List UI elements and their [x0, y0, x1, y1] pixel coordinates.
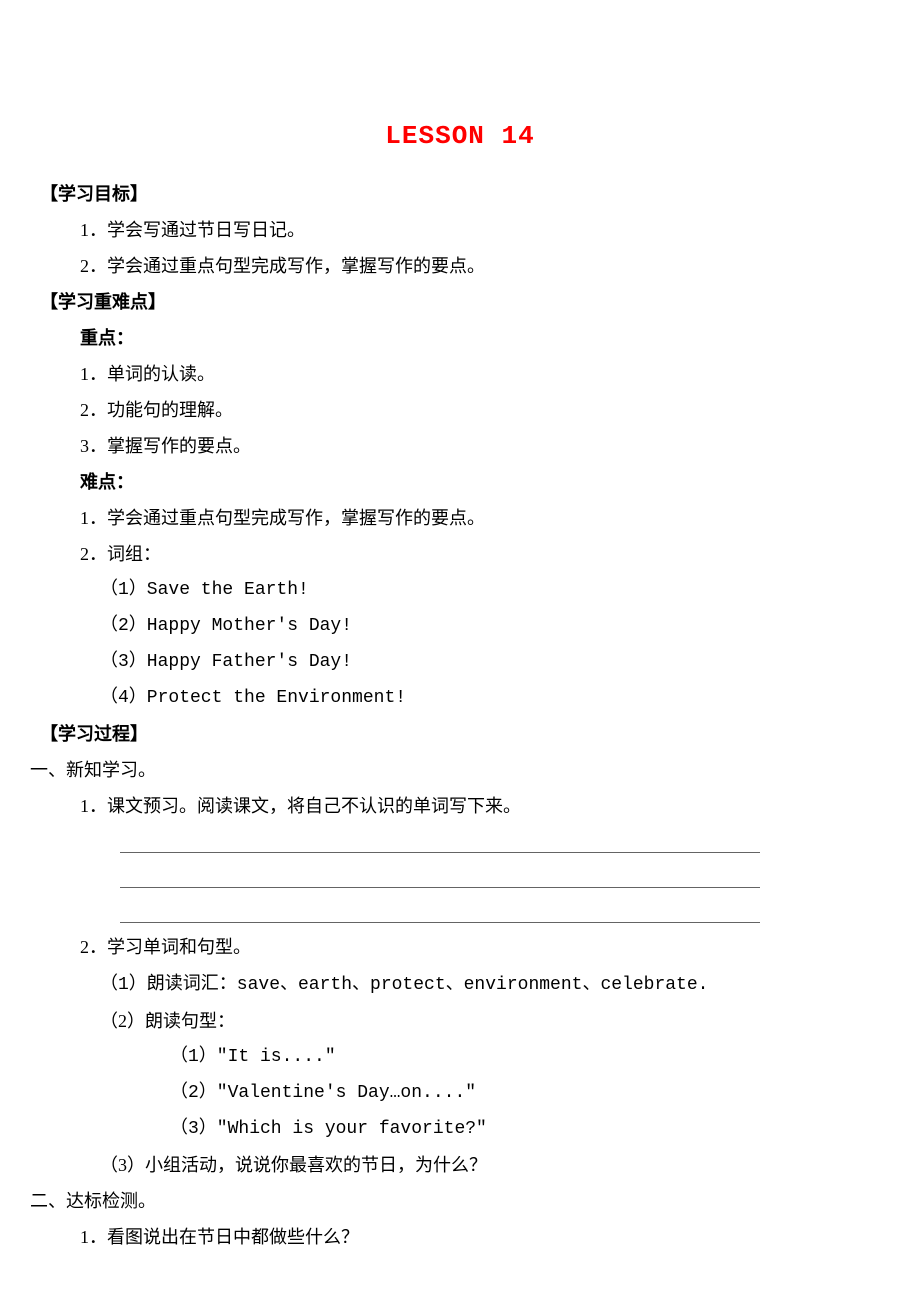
process-subitem: （3）小组活动，说说你最喜欢的节日，为什么？: [100, 1147, 840, 1183]
difficult-point-item: 1．学会通过重点句型完成写作，掌握写作的要点。: [80, 500, 840, 536]
goal-item: 1．学会写通过节日写日记。: [80, 212, 840, 248]
key-point-item: 2．功能句的理解。: [80, 392, 840, 428]
assessment-item: 1．看图说出在节日中都做些什么？: [80, 1219, 840, 1255]
process-item: 2．学习单词和句型。: [80, 929, 840, 965]
goal-item: 2．学会通过重点句型完成写作，掌握写作的要点。: [80, 248, 840, 284]
key-points-label: 重点：: [80, 320, 840, 356]
sentence-pattern-item: （1）"It is....": [170, 1039, 840, 1075]
section-two-heading: 二、达标检测。: [30, 1183, 840, 1219]
phrase-item: （3）Happy Father's Day!: [100, 644, 840, 680]
section-heading-key-difficult: 【学习重难点】: [40, 284, 840, 320]
lesson-title: LESSON 14: [80, 110, 840, 162]
process-item: 1．课文预习。阅读课文，将自己不认识的单词写下来。: [80, 788, 840, 824]
write-in-blank[interactable]: [120, 859, 760, 888]
section-one-heading: 一、新知学习。: [30, 752, 840, 788]
sentence-pattern-item: （2）"Valentine's Day…on....": [170, 1075, 840, 1111]
key-point-item: 3．掌握写作的要点。: [80, 428, 840, 464]
vocab-line: （1）朗读词汇：save、earth、protect、environment、c…: [100, 975, 708, 995]
sentence-pattern-item: （3）"Which is your favorite?": [170, 1111, 840, 1147]
key-point-item: 1．单词的认读。: [80, 356, 840, 392]
section-heading-process: 【学习过程】: [40, 716, 840, 752]
process-subitem: （2）朗读句型：: [100, 1003, 840, 1039]
write-in-blank[interactable]: [120, 824, 760, 853]
write-in-blank[interactable]: [120, 894, 760, 923]
difficult-points-label: 难点：: [80, 464, 840, 500]
phrase-item: （4）Protect the Environment!: [100, 680, 840, 716]
phrase-item: （1）Save the Earth!: [100, 572, 840, 608]
process-subitem: （1）朗读词汇：save、earth、protect、environment、c…: [100, 965, 840, 1003]
document-page: LESSON 14 【学习目标】 1．学会写通过节日写日记。 2．学会通过重点句…: [0, 0, 920, 1315]
difficult-point-item: 2．词组：: [80, 536, 840, 572]
phrase-item: （2）Happy Mother's Day!: [100, 608, 840, 644]
section-heading-goals: 【学习目标】: [40, 176, 840, 212]
